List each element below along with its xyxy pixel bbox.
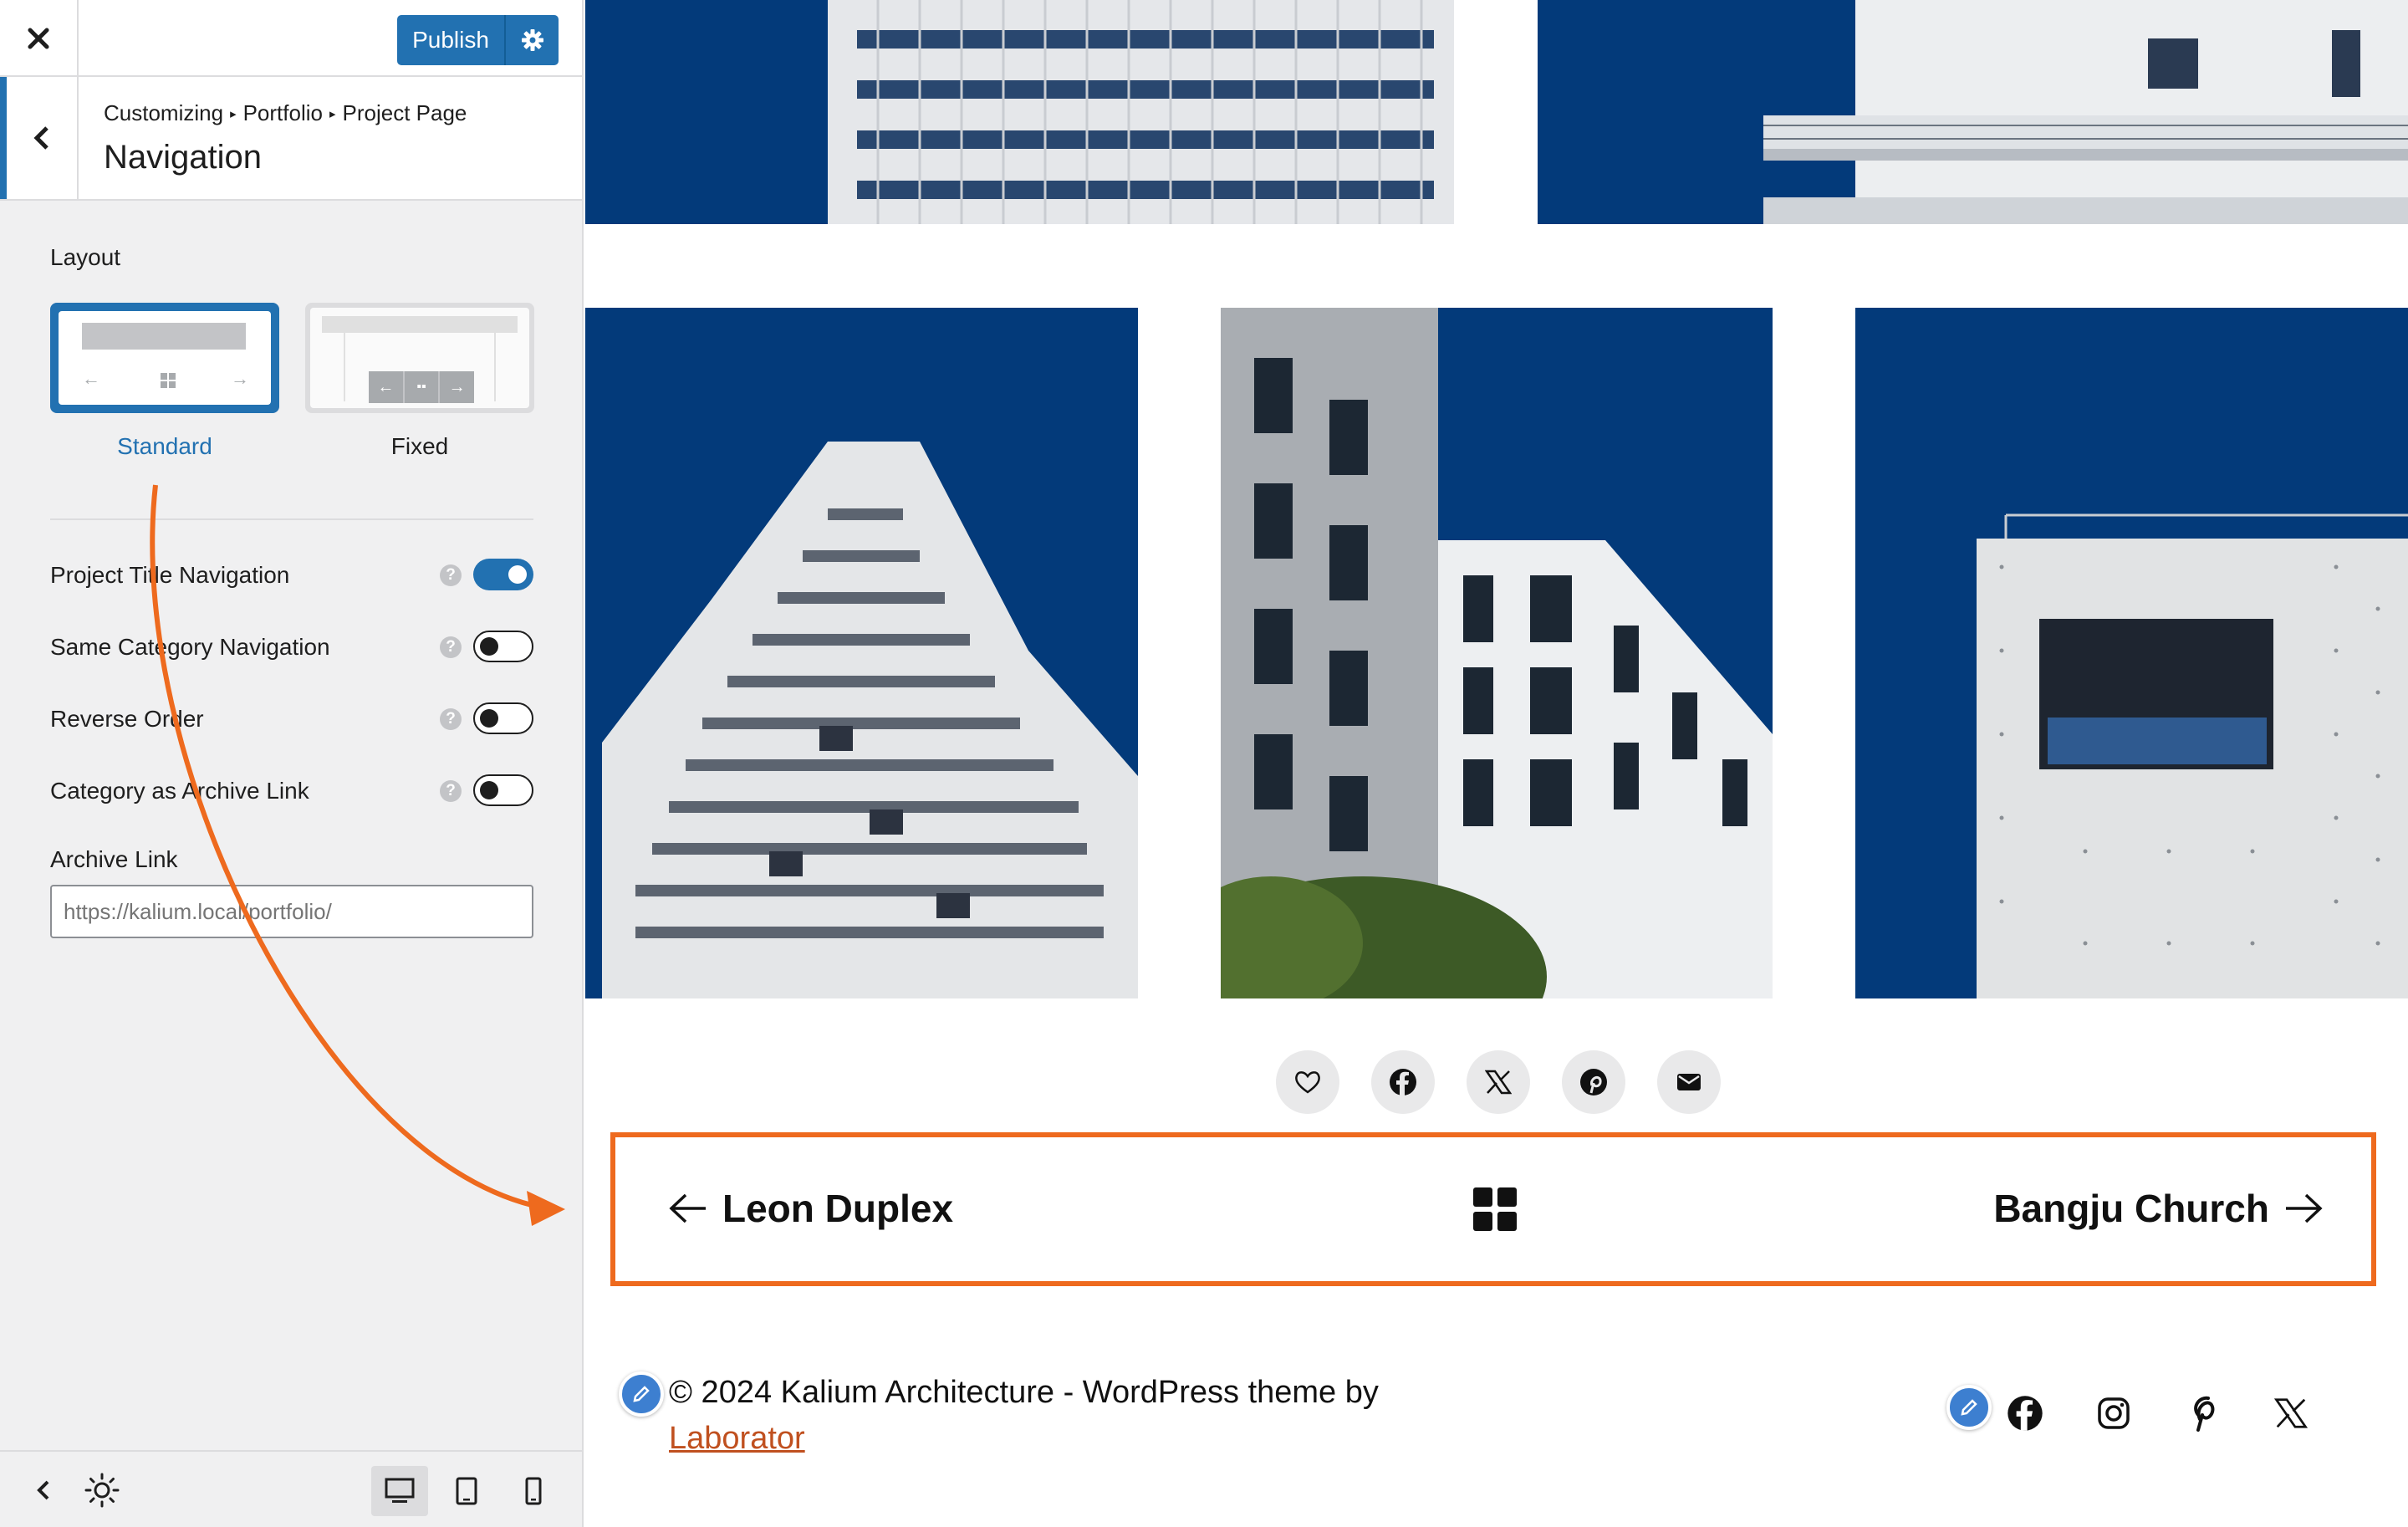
chevron-left-icon: [33, 126, 48, 150]
layout-option-standard-label: Standard: [117, 433, 212, 459]
section-header: Customizing ▸ Portfolio ▸ Project Page Navig…: [0, 77, 582, 201]
layout-label: Layout: [50, 244, 121, 270]
layout-option-fixed[interactable]: ← ▪▪ →: [305, 303, 534, 413]
gallery-image[interactable]: [1855, 308, 2408, 998]
help-icon[interactable]: ?: [440, 636, 462, 658]
back-button[interactable]: [0, 77, 79, 199]
arrow-left-icon: [669, 1193, 706, 1223]
share-email-button[interactable]: [1657, 1050, 1721, 1114]
toggle-row-project-title-navigation: Project Title Navigation ?: [50, 557, 533, 594]
toggle-label: Category as Archive Link: [50, 778, 309, 804]
breadcrumb-separator: ▸: [230, 107, 237, 121]
tablet-preview-button[interactable]: [443, 1466, 490, 1516]
breadcrumb-item: Customizing: [104, 100, 224, 125]
facebook-icon: [1390, 1069, 1416, 1095]
help-icon[interactable]: ?: [440, 708, 462, 730]
toggle-label: Same Category Navigation: [50, 634, 330, 660]
standard-layout-thumbnail: ← →: [59, 311, 271, 405]
portfolio-archive-button[interactable]: [1473, 1187, 1517, 1231]
mobile-icon: [525, 1477, 542, 1505]
social-x-link[interactable]: [2268, 1390, 2314, 1437]
help-icon[interactable]: ?: [440, 780, 462, 802]
like-button[interactable]: [1276, 1050, 1339, 1114]
mobile-preview-button[interactable]: [512, 1466, 555, 1516]
share-facebook-button[interactable]: [1371, 1050, 1435, 1114]
chevron-left-icon: [37, 1480, 49, 1500]
archive-link-label: Archive Link: [50, 846, 178, 872]
customizer-footer: [0, 1450, 582, 1527]
pencil-icon: [633, 1386, 650, 1402]
laborator-link[interactable]: Laborator: [669, 1421, 805, 1456]
gallery-image[interactable]: [1538, 0, 2408, 224]
copyright-text: © 2024 Kalium Architecture - WordPress t…: [669, 1370, 1379, 1462]
publish-group: Publish: [397, 15, 559, 65]
tablet-icon: [456, 1477, 477, 1505]
gallery-image[interactable]: [1221, 308, 1773, 998]
breadcrumb: Customizing ▸ Portfolio ▸ Project Page: [104, 100, 467, 126]
archive-link-input[interactable]: [50, 885, 533, 938]
layout-option-standard[interactable]: ← →: [50, 303, 279, 413]
x-icon: [2274, 1398, 2308, 1428]
desktop-icon: [385, 1478, 415, 1503]
share-x-button[interactable]: [1467, 1050, 1530, 1114]
breadcrumb-item: Project Page: [342, 100, 467, 125]
customizer-header: Publish: [0, 0, 582, 77]
close-icon: [28, 28, 49, 49]
same-category-navigation-toggle[interactable]: [473, 631, 533, 662]
desktop-preview-button[interactable]: [371, 1466, 428, 1516]
x-icon: [1485, 1070, 1512, 1095]
heart-icon: [1295, 1071, 1320, 1094]
share-pinterest-button[interactable]: [1562, 1050, 1625, 1114]
project-title-navigation-toggle[interactable]: [473, 559, 533, 590]
previous-project-title: Leon Duplex: [722, 1187, 954, 1230]
customizer-sidebar: Publish Customizing ▸ Portfolio ▸ Project Pa…: [0, 0, 584, 1527]
grid-icon: [1473, 1187, 1517, 1231]
gallery-image[interactable]: [585, 0, 1454, 224]
section-title: Navigation: [104, 139, 263, 176]
toggle-row-reverse-order: Reverse Order ?: [50, 701, 533, 738]
email-icon: [1677, 1074, 1701, 1090]
next-project-link[interactable]: Bangju Church: [1993, 1179, 2324, 1238]
collapse-sidebar-button[interactable]: [25, 1470, 62, 1510]
layout-option-fixed-label: Fixed: [390, 433, 449, 459]
color-scheme-button[interactable]: [80, 1468, 124, 1512]
close-button[interactable]: [0, 0, 79, 77]
fixed-layout-thumbnail: ← ▪▪ →: [310, 308, 529, 408]
next-project-title: Bangju Church: [1993, 1187, 2269, 1230]
edit-shortcut-button[interactable]: [619, 1371, 664, 1417]
toggle-row-same-category-navigation: Same Category Navigation ?: [50, 629, 533, 666]
publish-button[interactable]: Publish: [397, 15, 506, 65]
social-facebook-link[interactable]: [2002, 1390, 2048, 1437]
toggle-row-category-as-archive-link: Category as Archive Link ?: [50, 773, 533, 809]
edit-shortcut-button[interactable]: [1946, 1385, 1992, 1430]
sun-icon: [84, 1473, 120, 1508]
site-preview: [585, 0, 2408, 1527]
social-instagram-link[interactable]: [2090, 1390, 2137, 1437]
toggle-label: Reverse Order: [50, 706, 204, 732]
toggle-label: Project Title Navigation: [50, 562, 290, 588]
breadcrumb-item: Portfolio: [242, 100, 323, 125]
social-pinterest-link[interactable]: [2179, 1390, 2226, 1437]
category-as-archive-link-toggle[interactable]: [473, 774, 533, 806]
instagram-icon: [2098, 1397, 2130, 1429]
copyright-line: © 2024 Kalium Architecture - WordPress t…: [669, 1375, 1379, 1410]
divider: [50, 518, 533, 520]
publish-settings-button[interactable]: [506, 15, 559, 65]
arrow-right-icon: [2286, 1193, 2323, 1223]
reverse-order-toggle[interactable]: [473, 702, 533, 734]
gallery-image[interactable]: [585, 308, 1138, 998]
facebook-icon: [2008, 1396, 2043, 1431]
pencil-icon: [1961, 1399, 1977, 1416]
pinterest-icon: [2194, 1396, 2215, 1432]
help-icon[interactable]: ?: [440, 564, 462, 586]
pinterest-icon: [1580, 1069, 1607, 1095]
breadcrumb-separator: ▸: [329, 107, 336, 121]
gear-icon: [521, 29, 543, 51]
previous-project-link[interactable]: Leon Duplex: [667, 1179, 953, 1238]
